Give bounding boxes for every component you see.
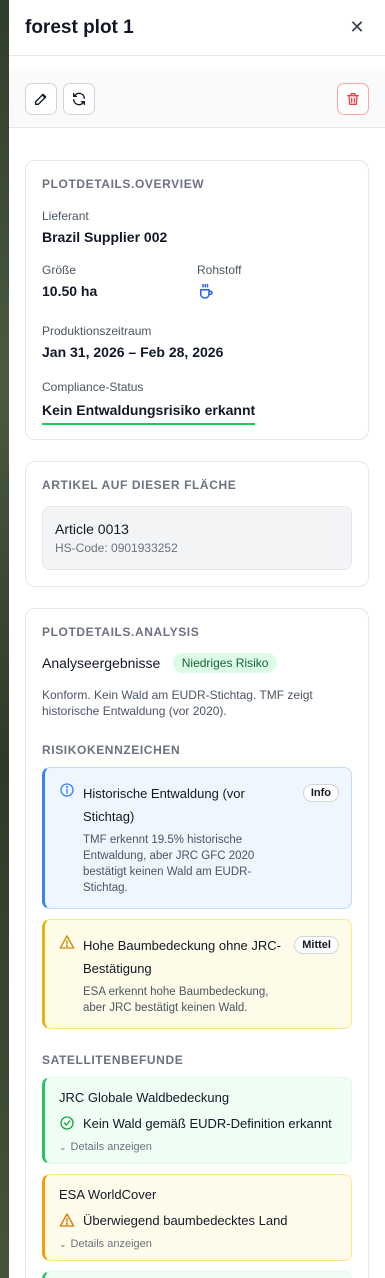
risk-badge: Niedriges Risiko: [172, 653, 278, 673]
satellite-source-title: JRC Globale Waldbedeckung: [59, 1090, 230, 1105]
satellite-finding-text: Kein Wald gemäß EUDR-Definition erkannt: [83, 1115, 332, 1131]
overview-section-title: PLOTDETAILS.OVERVIEW: [42, 177, 205, 191]
flag-description: TMF erkennt 19.5% historische Entwaldung…: [83, 834, 255, 894]
article-hs-code: HS-Code: 0901933252: [55, 541, 178, 555]
analysis-card: PLOTDETAILS.ANALYSIS Analyseergebnisse N…: [25, 608, 369, 1278]
pencil-icon: [35, 93, 47, 105]
warning-icon: [59, 1213, 75, 1227]
list-item[interactable]: Article 0013 HS-Code: 0901933252: [42, 506, 352, 570]
commodity-label: Rohstoff: [197, 263, 242, 277]
compliance-label: Compliance-Status: [42, 380, 144, 394]
details-toggle[interactable]: ⌄ Details anzeigen: [59, 1141, 339, 1153]
period-value: Jan 31, 2026 – Feb 28, 2026: [42, 344, 224, 360]
risk-flag: Hohe Baumbedeckung ohne JRC-Bestätigung …: [42, 919, 352, 1029]
coffee-cup-icon: [200, 283, 213, 299]
period-label: Produktionszeitraum: [42, 324, 152, 338]
info-icon: [59, 782, 75, 803]
toolbar: [9, 71, 385, 128]
analysis-section-title: PLOTDETAILS.ANALYSIS: [42, 625, 200, 639]
details-label: Details anzeigen: [70, 1238, 152, 1250]
supplier-label: Lieferant: [42, 209, 89, 223]
check-circle-icon: [60, 1116, 74, 1130]
refresh-icon: [73, 92, 85, 106]
compliance-status: Kein Entwaldungsrisiko erkannt: [42, 402, 256, 425]
page-title: forest plot 1: [25, 16, 134, 38]
refresh-button[interactable]: [63, 83, 95, 115]
overview-card: PLOTDETAILS.OVERVIEW Lieferant Brazil Su…: [25, 160, 369, 440]
articles-section-title: ARTIKEL AUF DIESER FLÄCHE: [42, 478, 237, 492]
warning-icon: [59, 934, 75, 955]
article-name: Article 0013: [55, 521, 129, 537]
risk-flag: Historische Entwaldung (vor Stichtag) TM…: [42, 767, 352, 909]
satellite-finding: [42, 1271, 352, 1278]
severity-badge: Info: [302, 784, 339, 802]
analysis-results-label: Analyseergebnisse: [42, 655, 161, 671]
articles-card: ARTIKEL AUF DIESER FLÄCHE Article 0013 H…: [25, 461, 369, 587]
details-label: Details anzeigen: [70, 1141, 152, 1153]
flags-section-title: RISIKOKENNZEICHEN: [42, 743, 181, 757]
severity-badge: Mittel: [294, 936, 339, 954]
satellite-finding: JRC Globale Waldbedeckung Kein Wald gemä…: [42, 1077, 352, 1164]
delete-button[interactable]: [337, 83, 369, 115]
analysis-summary: Konform. Kein Wald am EUDR-Stichtag. TMF…: [42, 688, 313, 718]
satellite-finding-text: Überwiegend baumbedecktes Land: [83, 1212, 288, 1228]
satellite-source-title: ESA WorldCover: [59, 1187, 157, 1202]
chevron-down-icon: ⌄: [59, 1141, 67, 1152]
chevron-down-icon: ⌄: [59, 1238, 67, 1249]
flag-title: Historische Entwaldung (vor Stichtag): [83, 786, 245, 824]
size-value: 10.50 ha: [42, 283, 98, 299]
close-icon[interactable]: ✕: [345, 17, 369, 38]
panel-header: forest plot 1 ✕: [9, 0, 385, 56]
trash-icon: [347, 93, 359, 105]
plot-details-panel: forest plot 1 ✕ PLOTDETAILS.OVERVIEW Lie…: [9, 0, 385, 1278]
satellite-section-title: SATELLITENBEFUNDE: [42, 1053, 184, 1067]
flag-description: ESA erkennt hohe Baumbedeckung, aber JRC…: [83, 986, 269, 1014]
satellite-finding: ESA WorldCover Überwiegend baumbedecktes…: [42, 1174, 352, 1261]
edit-button[interactable]: [25, 83, 57, 115]
details-toggle[interactable]: ⌄ Details anzeigen: [59, 1238, 339, 1250]
size-label: Größe: [42, 263, 77, 277]
map-background-edge: [0, 0, 9, 1278]
supplier-value: Brazil Supplier 002: [42, 229, 168, 245]
